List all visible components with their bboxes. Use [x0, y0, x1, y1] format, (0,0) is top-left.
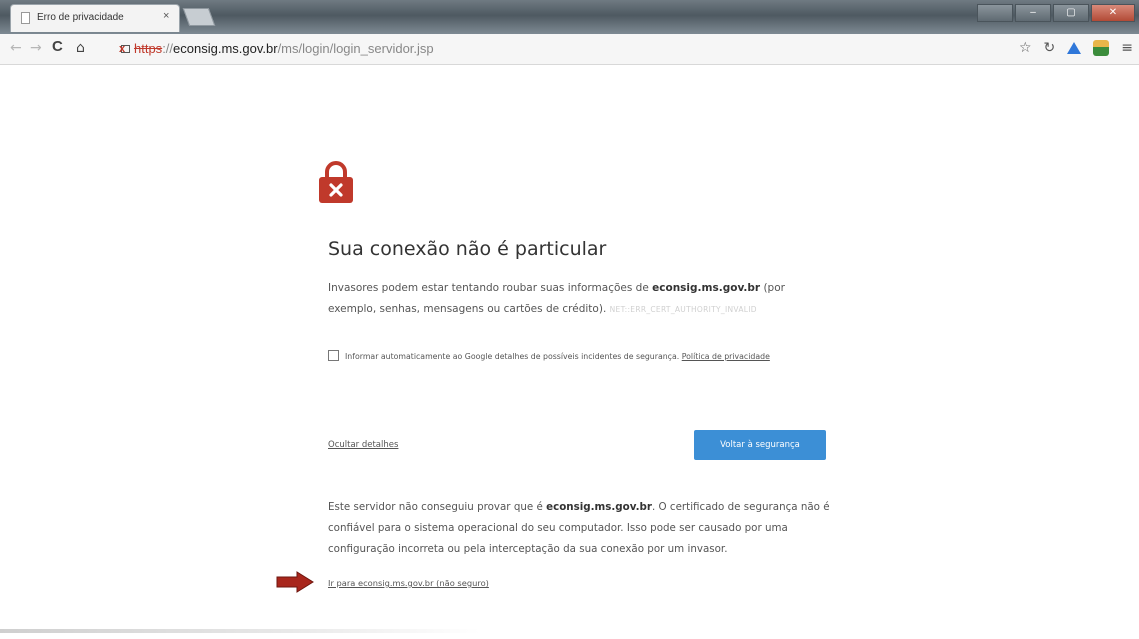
window-title-bar: Erro de privacidade × – ▢ ✕	[0, 0, 1139, 34]
url-path: /ms/login/login_servidor.jsp	[277, 41, 434, 56]
new-tab-button[interactable]	[182, 8, 216, 26]
browser-toolbar: ← → C ⌂ x https://econsig.ms.gov.br/ms/l…	[0, 34, 1139, 65]
explanation-text: Invasores podem estar tentando roubar su…	[328, 278, 818, 320]
bottom-edge	[0, 629, 480, 633]
report-option: Informar automaticamente ao Google detal…	[328, 348, 828, 366]
page-title: Sua conexão não é particular	[328, 238, 607, 260]
maximize-button[interactable]: ▢	[1053, 4, 1089, 22]
report-label: Informar automaticamente ao Google detal…	[345, 352, 682, 361]
home-icon[interactable]: ⌂	[76, 41, 85, 55]
url-scheme: https	[134, 41, 163, 56]
page-icon	[21, 12, 30, 24]
menu-icon[interactable]: ≡	[1121, 40, 1133, 56]
drive-icon[interactable]	[1067, 42, 1082, 54]
privacy-policy-link[interactable]: Política de privacidade	[682, 352, 770, 361]
avatar-icon[interactable]	[1093, 40, 1110, 56]
address-bar[interactable]: x https://econsig.ms.gov.br/ms/login/log…	[119, 39, 1000, 59]
explanation-host: econsig.ms.gov.br	[652, 282, 761, 294]
explanation-prefix: Invasores podem estar tentando roubar su…	[328, 282, 653, 294]
back-to-safety-button[interactable]: Voltar à segurança	[694, 430, 826, 460]
minimize-button[interactable]: –	[1015, 4, 1051, 22]
error-code: NET::ERR_CERT_AUTHORITY_INVALID	[609, 305, 757, 314]
forward-arrow-icon[interactable]: →	[30, 41, 42, 55]
toolbar-actions: ☆ ↻ ≡	[1019, 40, 1133, 56]
url-separator: ://	[162, 41, 174, 56]
window-controls: – ▢ ✕	[977, 4, 1135, 22]
details-text: Este servidor não conseguiu provar que é…	[328, 497, 848, 560]
reload-icon[interactable]: C	[52, 39, 63, 54]
red-arrow-icon	[276, 571, 314, 593]
details-prefix: Este servidor não conseguiu provar que é	[328, 501, 547, 513]
report-checkbox[interactable]	[328, 350, 339, 361]
broken-lock-icon[interactable]: x	[119, 42, 132, 55]
browser-tab[interactable]: Erro de privacidade ×	[10, 4, 180, 32]
star-icon[interactable]: ☆	[1019, 40, 1032, 56]
extension-icon[interactable]: ↻	[1044, 40, 1056, 56]
window-user-button[interactable]	[977, 4, 1013, 22]
url-host: econsig.ms.gov.br	[173, 41, 278, 56]
details-host: econsig.ms.gov.br	[546, 501, 652, 513]
hide-details-link[interactable]: Ocultar detalhes	[328, 440, 398, 450]
back-arrow-icon[interactable]: ←	[10, 41, 22, 55]
tab-title: Erro de privacidade	[37, 12, 124, 23]
padlock-x-icon	[319, 161, 353, 203]
proceed-unsafe-link[interactable]: Ir para econsig.ms.gov.br (não seguro)	[328, 578, 489, 588]
tab-close-button[interactable]: ×	[163, 10, 169, 22]
close-window-button[interactable]: ✕	[1091, 4, 1135, 22]
